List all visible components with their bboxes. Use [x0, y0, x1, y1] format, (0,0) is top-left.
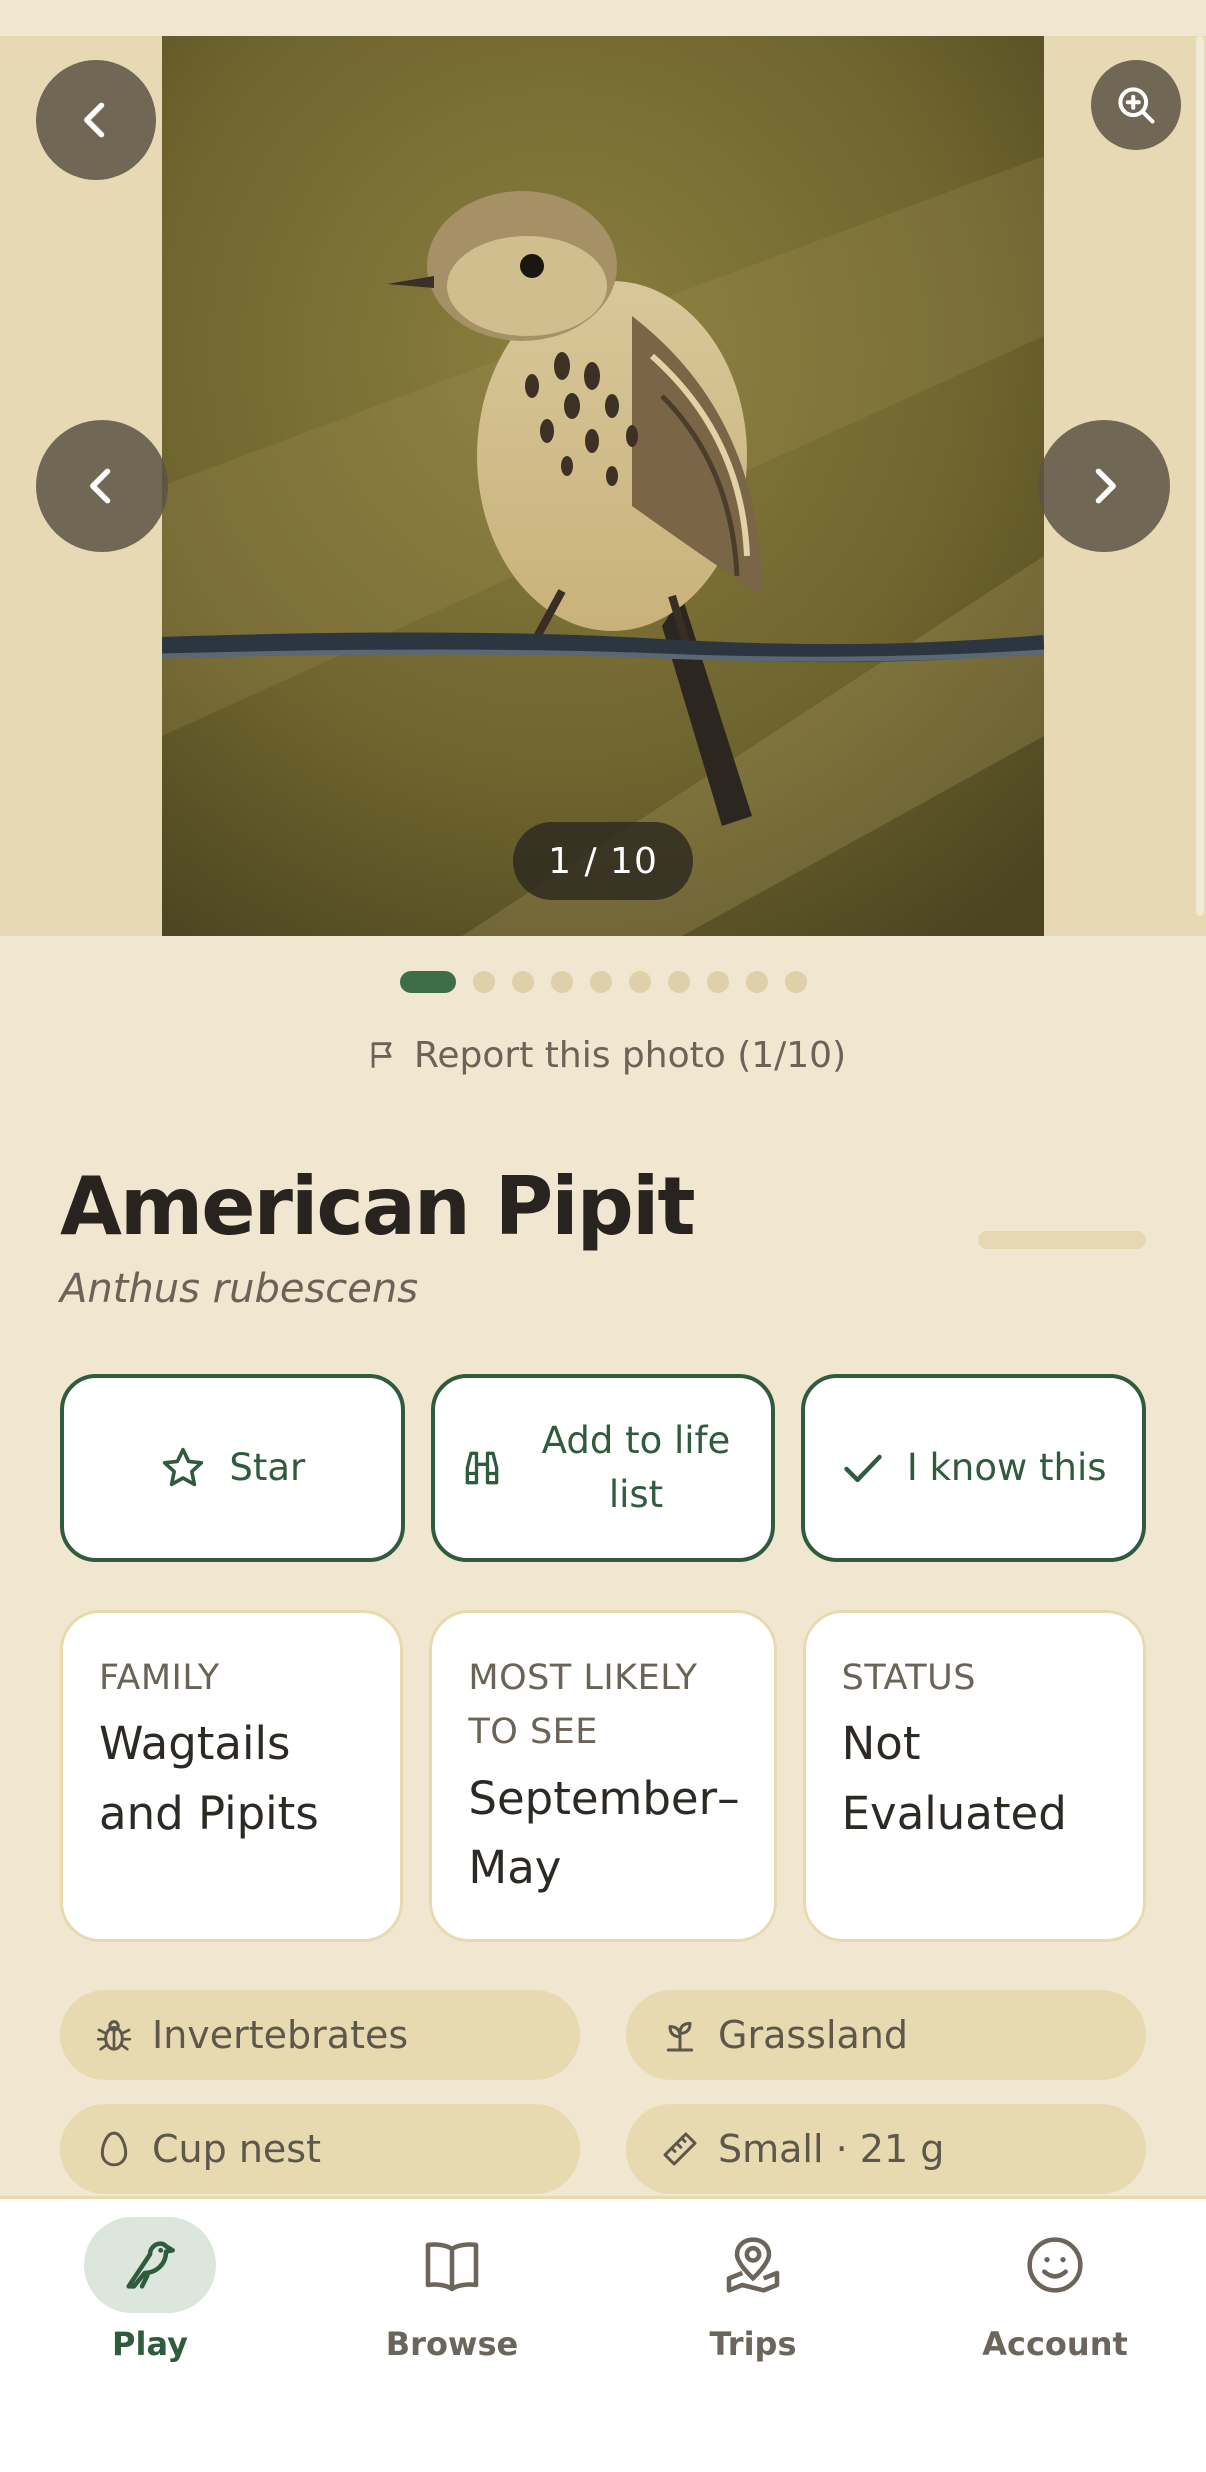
ruler-icon — [663, 2132, 697, 2166]
bug-icon — [96, 2020, 132, 2051]
card-label: FAMILY — [99, 1658, 220, 1698]
nav-account-highlight — [989, 2217, 1121, 2313]
pagination-dot[interactable] — [512, 971, 534, 993]
title-decoration — [978, 1231, 1146, 1249]
nav-trips[interactable]: Trips — [653, 2217, 853, 2363]
check-icon — [844, 1454, 882, 1483]
pagination-dot-active[interactable] — [400, 971, 456, 993]
add-to-life-list-label: Add to life list — [541, 1419, 731, 1516]
pagination-dot[interactable] — [590, 971, 612, 993]
zoom-in-icon — [1118, 87, 1155, 124]
smiley-icon — [1027, 2237, 1083, 2293]
nav-play-label: Play — [112, 2325, 188, 2363]
action-buttons: Star Add to life list I know this — [60, 1374, 1147, 1562]
nav-browse-label: Browse — [385, 2325, 519, 2363]
photo-pagination-dots[interactable] — [400, 970, 807, 994]
size-tag[interactable]: Small · 21 g — [626, 2104, 1146, 2194]
pagination-dot[interactable] — [551, 971, 573, 993]
pagination-dot[interactable] — [785, 971, 807, 993]
report-photo-label: Report this photo (1/10) — [414, 1034, 847, 1076]
fact-cards: FAMILY Wagtails and Pipits MOST LIKELY T… — [60, 1610, 1147, 1942]
star-button-label: Star — [229, 1446, 306, 1490]
report-photo-link[interactable]: Report this photo (1/10) — [366, 1030, 846, 1080]
trait-tags: Invertebrates Grassland Cup nest Small ·… — [60, 1990, 1146, 2194]
nav-browse[interactable]: Browse — [352, 2217, 552, 2363]
species-scientific-name: Anthus rubescens — [60, 1266, 419, 1312]
next-photo-button[interactable] — [1038, 420, 1170, 552]
nav-trips-label: Trips — [709, 2325, 797, 2363]
pagination-dot[interactable] — [629, 971, 651, 993]
nav-browse-highlight — [386, 2217, 518, 2313]
card-value: September–May — [468, 1771, 740, 1895]
pagination-dot[interactable] — [746, 971, 768, 993]
star-button[interactable]: Star — [60, 1374, 405, 1562]
i-know-this-label: I know this — [906, 1446, 1107, 1490]
chevron-right-icon — [1095, 468, 1116, 504]
status-card: STATUS Not Evaluated — [802, 1610, 1147, 1942]
flag-icon — [371, 1042, 392, 1068]
nav-account-label: Account — [982, 2325, 1128, 2363]
star-icon — [163, 1447, 204, 1487]
tag-label: Small · 21 g — [718, 2127, 945, 2171]
tag-label: Invertebrates — [152, 2013, 409, 2057]
nav-trips-highlight — [687, 2217, 819, 2313]
card-label: MOST LIKELY TO SEE — [468, 1658, 698, 1753]
nest-tag[interactable]: Cup nest — [60, 2104, 580, 2194]
family-card: FAMILY Wagtails and Pipits — [60, 1610, 404, 1942]
pagination-dot[interactable] — [707, 971, 729, 993]
photo-gallery[interactable]: 1 / 10 — [0, 36, 1206, 936]
zoom-button[interactable] — [1091, 60, 1181, 150]
chevron-left-icon — [84, 102, 105, 138]
bird-photo[interactable] — [162, 36, 1044, 936]
bottom-navigation: Play Browse Trips Account — [0, 2196, 1206, 2472]
pagination-dot[interactable] — [473, 971, 495, 993]
status-bar — [0, 0, 1206, 36]
egg-icon — [100, 2131, 128, 2167]
tag-label: Cup nest — [152, 2127, 321, 2171]
nav-play[interactable]: Play — [50, 2217, 250, 2363]
nav-account[interactable]: Account — [955, 2217, 1155, 2363]
chevron-left-icon — [90, 468, 111, 504]
card-value: Wagtails and Pipits — [99, 1717, 319, 1840]
habitat-tag[interactable]: Grassland — [626, 1990, 1146, 2080]
bird-icon — [126, 2241, 175, 2289]
i-know-this-button[interactable]: I know this — [801, 1374, 1147, 1562]
add-to-life-list-button[interactable]: Add to life list — [430, 1374, 776, 1562]
card-label: STATUS — [841, 1658, 976, 1698]
binoculars-icon — [465, 1451, 499, 1485]
tag-label: Grassland — [718, 2013, 908, 2057]
diet-tag[interactable]: Invertebrates — [60, 1990, 580, 2080]
species-common-name: American Pipit — [60, 1160, 696, 1253]
book-icon — [425, 2242, 479, 2292]
pagination-dot[interactable] — [668, 971, 690, 993]
photo-counter: 1 / 10 — [513, 822, 693, 900]
bird-photo-illustration — [162, 36, 1044, 936]
card-value: Not Evaluated — [841, 1717, 1067, 1840]
gallery-scrollbar[interactable] — [1196, 36, 1204, 916]
previous-photo-button[interactable] — [36, 420, 168, 552]
map-pin-icon — [726, 2237, 780, 2293]
back-button[interactable] — [36, 60, 156, 180]
season-card: MOST LIKELY TO SEE September–May — [429, 1610, 777, 1942]
nav-play-highlight — [84, 2217, 216, 2313]
sprout-icon — [666, 2021, 694, 2052]
